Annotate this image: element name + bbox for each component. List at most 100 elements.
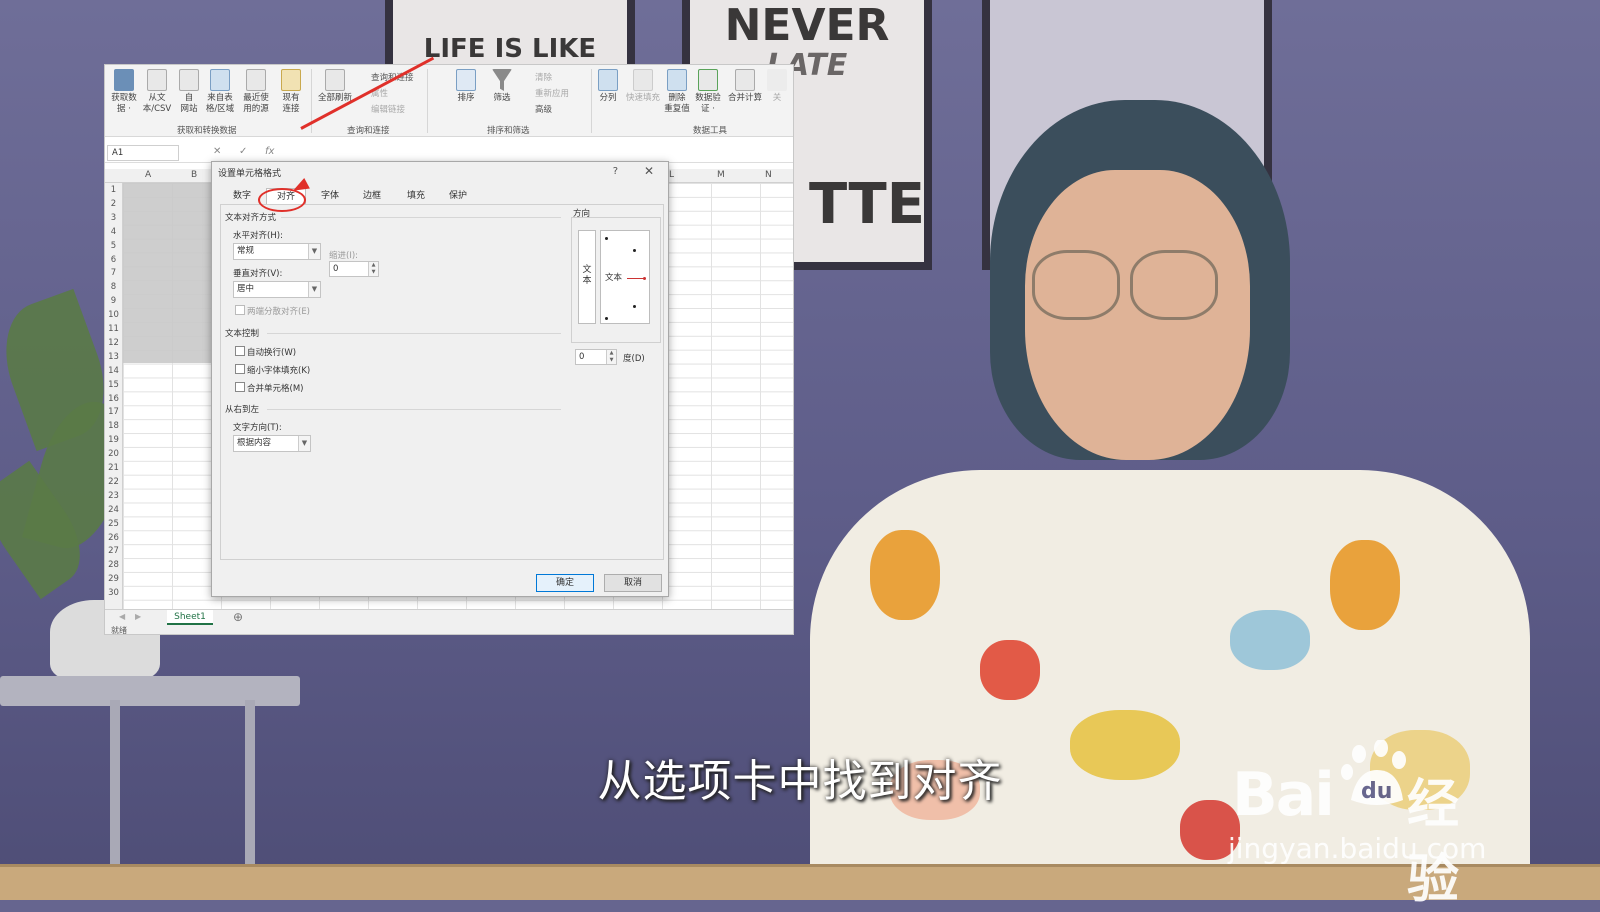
existing-connections-label: 现有 连接	[282, 93, 300, 114]
data-validation-button[interactable]: 数据验 证 ·	[693, 69, 723, 115]
dial-pointer	[627, 278, 645, 279]
shirt-pattern	[870, 530, 940, 620]
dial-tick	[605, 317, 608, 320]
tab-border[interactable]: 边框	[354, 188, 390, 204]
row-header[interactable]: 16	[105, 394, 122, 404]
shrink-to-fit-checkbox[interactable]	[235, 364, 245, 374]
status-bar: 就绪	[105, 625, 793, 634]
from-web-button[interactable]: 自 网站	[175, 69, 203, 115]
row-header[interactable]: 12	[105, 338, 122, 348]
row-header[interactable]: 11	[105, 324, 122, 334]
row-header[interactable]: 21	[105, 463, 122, 473]
from-text-csv-button[interactable]: 从文 本/CSV	[141, 69, 173, 115]
tab-number[interactable]: 数字	[224, 188, 260, 204]
text-to-columns-button[interactable]: 分列	[595, 69, 621, 104]
row-header[interactable]: 28	[105, 560, 122, 570]
help-button[interactable]: ?	[613, 166, 618, 177]
row-header[interactable]: 30	[105, 588, 122, 598]
get-data-button[interactable]: 获取数 据 ·	[109, 69, 139, 115]
vertical-text-button[interactable]: 文 本	[578, 230, 596, 324]
sheet-nav-right-icon[interactable]: ▶	[135, 612, 141, 621]
row-header[interactable]: 1	[105, 185, 122, 195]
row-header[interactable]: 15	[105, 380, 122, 390]
indent-spinner[interactable]: 0 ▲ ▼	[329, 261, 379, 277]
tab-font[interactable]: 字体	[312, 188, 348, 204]
spinner-arrows-icon[interactable]: ▲ ▼	[368, 262, 378, 276]
sort-button[interactable]: 排序	[453, 69, 479, 104]
relationships-button[interactable]: 关	[765, 69, 789, 104]
spinner-arrows-icon[interactable]: ▲ ▼	[606, 350, 616, 364]
row-header[interactable]: 20	[105, 449, 122, 459]
fx-icon[interactable]: fx	[265, 146, 274, 157]
justify-distributed-label: 两端分散对齐(E)	[247, 307, 311, 317]
row-header[interactable]: 22	[105, 477, 122, 487]
tab-fill[interactable]: 填充	[398, 188, 434, 204]
row-header[interactable]: 9	[105, 296, 122, 306]
enter-icon[interactable]: ✓	[239, 146, 247, 157]
consolidate-button[interactable]: 合并计算	[725, 69, 765, 104]
existing-connections-button[interactable]: 现有 连接	[277, 69, 305, 115]
row-header[interactable]: 26	[105, 533, 122, 543]
row-header[interactable]: 8	[105, 282, 122, 292]
reapply-button[interactable]: 重新应用	[535, 87, 569, 99]
justify-distributed-checkbox[interactable]	[235, 305, 245, 315]
row-header[interactable]: 24	[105, 505, 122, 515]
selected-range[interactable]	[123, 183, 213, 363]
advanced-button[interactable]: 高级	[535, 103, 552, 115]
row-header[interactable]: 2	[105, 199, 122, 209]
degrees-value: 0	[579, 352, 585, 362]
row-header[interactable]: 17	[105, 407, 122, 417]
sheet-tab-sheet1[interactable]: Sheet1	[167, 610, 213, 625]
row-header[interactable]: 18	[105, 421, 122, 431]
orientation-dial[interactable]: 文本	[600, 230, 650, 324]
degrees-spinner[interactable]: 0 ▲ ▼	[575, 349, 617, 365]
recent-sources-button[interactable]: 最近使 用的源	[239, 69, 273, 115]
cancel-button[interactable]: 取消	[604, 574, 662, 592]
column-header-n[interactable]: N	[765, 170, 772, 180]
clear-button[interactable]: 清除	[535, 71, 552, 83]
column-header-m[interactable]: M	[717, 170, 725, 180]
merge-cells-checkbox[interactable]	[235, 382, 245, 392]
row-header[interactable]: 13	[105, 352, 122, 362]
flash-fill-label: 快速填充	[625, 93, 660, 103]
close-icon[interactable]: ✕	[644, 164, 654, 178]
ok-button[interactable]: 确定	[536, 574, 594, 592]
flash-fill-button[interactable]: 快速填充	[623, 69, 663, 104]
tab-protection[interactable]: 保护	[440, 188, 476, 204]
column-header-b[interactable]: B	[191, 170, 197, 180]
add-sheet-icon[interactable]: ⊕	[233, 610, 243, 624]
logo-brand-du: du	[1361, 779, 1392, 804]
column-header-l[interactable]: L	[669, 170, 674, 180]
from-table-button[interactable]: 来自表 格/区域	[203, 69, 237, 115]
desk	[0, 864, 1600, 900]
remove-duplicates-button[interactable]: 删除 重复值	[663, 69, 691, 115]
refresh-all-button[interactable]: 全部刷新	[315, 69, 355, 104]
edit-links-button[interactable]: 编辑链接	[371, 103, 405, 115]
row-header[interactable]: 29	[105, 574, 122, 584]
vertical-value: 居中	[237, 284, 255, 294]
cancel-icon[interactable]: ✕	[213, 146, 221, 157]
row-header[interactable]: 3	[105, 213, 122, 223]
alignment-panel: 文本对齐方式 水平对齐(H): 常规 ▼ 缩进(I): 0 ▲ ▼ 垂直对齐(V)…	[220, 204, 664, 560]
filter-button[interactable]: 筛选	[489, 69, 515, 104]
row-header[interactable]: 4	[105, 227, 122, 237]
row-header[interactable]: 19	[105, 435, 122, 445]
column-header-a[interactable]: A	[145, 170, 151, 180]
section-text-alignment: 文本对齐方式	[225, 213, 277, 223]
row-header[interactable]: 5	[105, 241, 122, 251]
name-box[interactable]: A1	[107, 145, 179, 161]
row-header[interactable]: 14	[105, 366, 122, 376]
horizontal-alignment-select[interactable]: 常规 ▼	[233, 243, 321, 260]
row-header[interactable]: 25	[105, 519, 122, 529]
vertical-alignment-select[interactable]: 居中 ▼	[233, 281, 321, 298]
row-header[interactable]: 6	[105, 255, 122, 265]
text-direction-select[interactable]: 根据内容 ▼	[233, 435, 311, 452]
row-header[interactable]: 10	[105, 310, 122, 320]
group-label-queries: 查询和连接	[347, 126, 390, 136]
row-header[interactable]: 7	[105, 268, 122, 278]
row-header[interactable]: 27	[105, 546, 122, 556]
sheet-nav-left-icon[interactable]: ◀	[119, 612, 125, 621]
horizontal-label: 水平对齐(H):	[233, 231, 283, 241]
wrap-text-checkbox[interactable]	[235, 346, 245, 356]
row-header[interactable]: 23	[105, 491, 122, 501]
